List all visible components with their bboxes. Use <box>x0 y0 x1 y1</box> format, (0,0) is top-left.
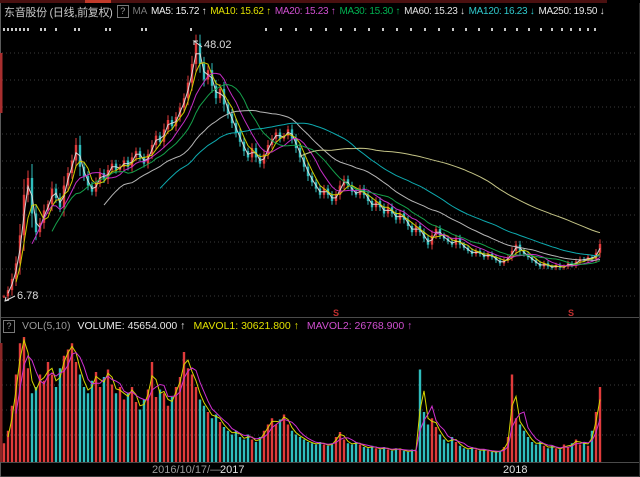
legend-item: MAVOL1: 30621.800 ↑ <box>193 320 298 332</box>
event-mark <box>280 28 282 31</box>
main-gridlines <box>2 53 638 296</box>
top-strip <box>0 0 607 3</box>
stock-chart-window: 东音股份 (日线,前复权) ? MA MA5: 15.72 ↑ MA10: 15.… <box>0 0 640 477</box>
event-mark <box>40 28 42 31</box>
event-mark <box>382 28 384 31</box>
event-mark <box>594 28 596 31</box>
legend-item: MA10: 15.62 ↑ <box>210 6 271 17</box>
left-edge-candle-artifact <box>0 53 3 113</box>
event-mark <box>368 28 370 31</box>
ma-indicator-label: MA <box>133 6 147 17</box>
x-axis-label: 2018 <box>503 464 527 476</box>
event-mark <box>340 28 342 31</box>
event-mark <box>44 28 46 31</box>
event-mark <box>504 28 506 31</box>
event-mark <box>587 28 589 31</box>
ma-line-ma120 <box>160 123 600 256</box>
volume-gridlines <box>2 360 638 435</box>
main-chart-header: 东音股份 (日线,前复权) ? MA MA5: 15.72 ↑ MA10: 15.… <box>4 4 638 19</box>
event-mark <box>410 28 412 31</box>
event-mark <box>109 28 111 31</box>
event-mark <box>7 28 9 31</box>
sell-marker: S <box>333 308 339 318</box>
event-mark <box>516 28 518 31</box>
chart-canvas[interactable]: 48.02 6.78 S S 2016/10/17/—2017 2018 <box>0 0 640 477</box>
top-strip-highlight <box>85 0 111 3</box>
event-mark <box>540 28 542 31</box>
low-price-annotation: 6.78 <box>17 290 38 302</box>
event-mark <box>190 28 192 31</box>
event-mark <box>141 28 143 31</box>
legend-item: MA5: 15.72 ↑ <box>151 6 206 17</box>
event-mark <box>325 28 327 31</box>
event-mark <box>310 28 312 31</box>
event-mark <box>15 28 17 31</box>
legend-item: MA20: 15.23 ↑ <box>275 6 336 17</box>
event-mark <box>491 28 493 31</box>
event-mark <box>551 28 553 31</box>
event-mark <box>295 28 297 31</box>
x-axis-label: 2017 <box>220 464 244 476</box>
event-mark <box>528 28 530 31</box>
chart-title: 东音股份 (日线,前复权) <box>4 4 113 19</box>
event-mark <box>145 28 147 31</box>
event-mark <box>354 28 356 31</box>
volume-indicator-label: VOL(5,10) <box>22 320 70 332</box>
x-axis-label: 2016/10/17/— <box>152 464 221 476</box>
event-mark <box>27 28 29 31</box>
event-mark <box>579 28 581 31</box>
event-mark <box>424 28 426 31</box>
event-mark <box>438 28 440 31</box>
legend-item: MA250: 19.50 ↓ <box>539 6 605 17</box>
legend-item: MAVOL2: 26768.900 ↑ <box>307 320 412 332</box>
event-mark <box>396 28 398 31</box>
volume-header: ? VOL(5,10) VOLUME: 45654.000 ↑ MAVOL1: 3… <box>3 319 637 333</box>
moving-average-lines <box>8 54 600 294</box>
volume-help-button[interactable]: ? <box>3 320 15 333</box>
event-mark <box>19 28 21 31</box>
event-marker-row <box>3 28 596 31</box>
ma-legend: MA5: 15.72 ↑MA10: 15.62 ↑MA20: 15.23 ↑MA… <box>151 6 604 17</box>
legend-item: MA60: 15.23 ↓ <box>404 6 465 17</box>
event-mark <box>78 28 80 31</box>
event-mark <box>465 28 467 31</box>
event-mark <box>74 28 76 31</box>
candlestick-layer <box>3 35 601 301</box>
high-price-annotation: 48.02 <box>204 39 232 51</box>
event-mark <box>561 28 563 31</box>
volume-legend: VOLUME: 45654.000 ↑ MAVOL1: 30621.800 ↑ MA… <box>77 320 412 332</box>
event-mark <box>55 28 57 31</box>
legend-item: MA30: 15.30 ↑ <box>339 6 400 17</box>
sell-marker: S <box>568 308 574 318</box>
volume-bars-layer <box>3 337 601 462</box>
event-mark <box>3 28 5 31</box>
ma-line-ma30 <box>52 85 600 265</box>
event-mark <box>570 28 572 31</box>
low-annotation-arrow <box>5 296 15 301</box>
help-button[interactable]: ? <box>117 5 129 18</box>
event-mark <box>478 28 480 31</box>
legend-item: VOLUME: 45654.000 ↑ <box>77 320 185 332</box>
left-edge-volume-artifact <box>0 343 3 462</box>
event-mark <box>265 28 267 31</box>
event-mark <box>11 28 13 31</box>
event-mark <box>452 28 454 31</box>
event-mark <box>23 28 25 31</box>
legend-item: MA120: 16.23 ↓ <box>469 6 535 17</box>
event-mark <box>105 28 107 31</box>
